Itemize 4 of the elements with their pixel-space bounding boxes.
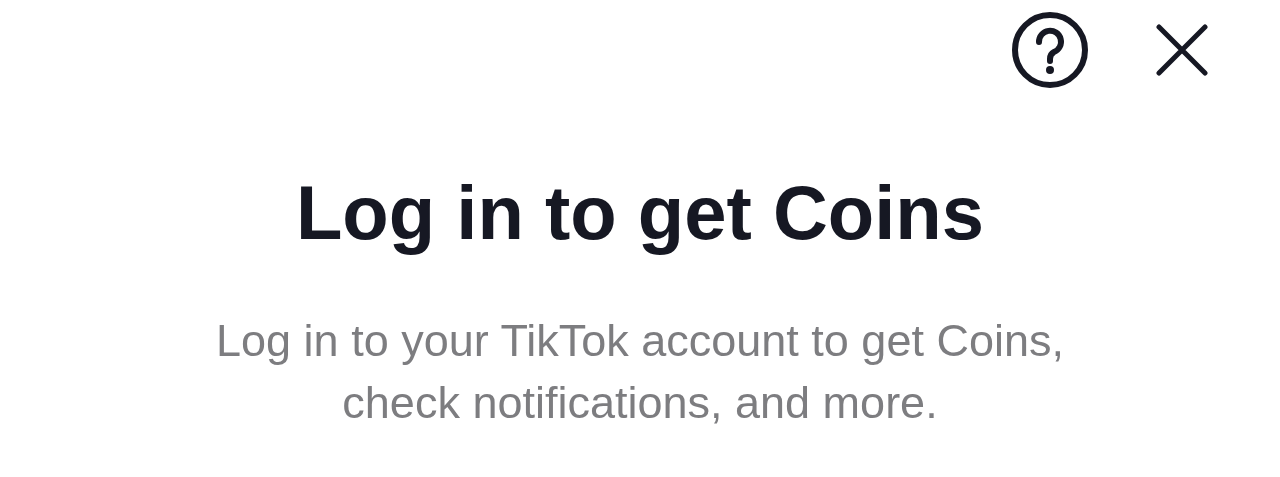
dialog-description: Log in to your TikTok account to get Coins, check notifications, and more.: [215, 314, 1065, 430]
dialog-title: Log in to get Coins: [294, 169, 986, 257]
help-icon[interactable]: [1010, 10, 1090, 90]
close-icon[interactable]: [1156, 24, 1208, 76]
